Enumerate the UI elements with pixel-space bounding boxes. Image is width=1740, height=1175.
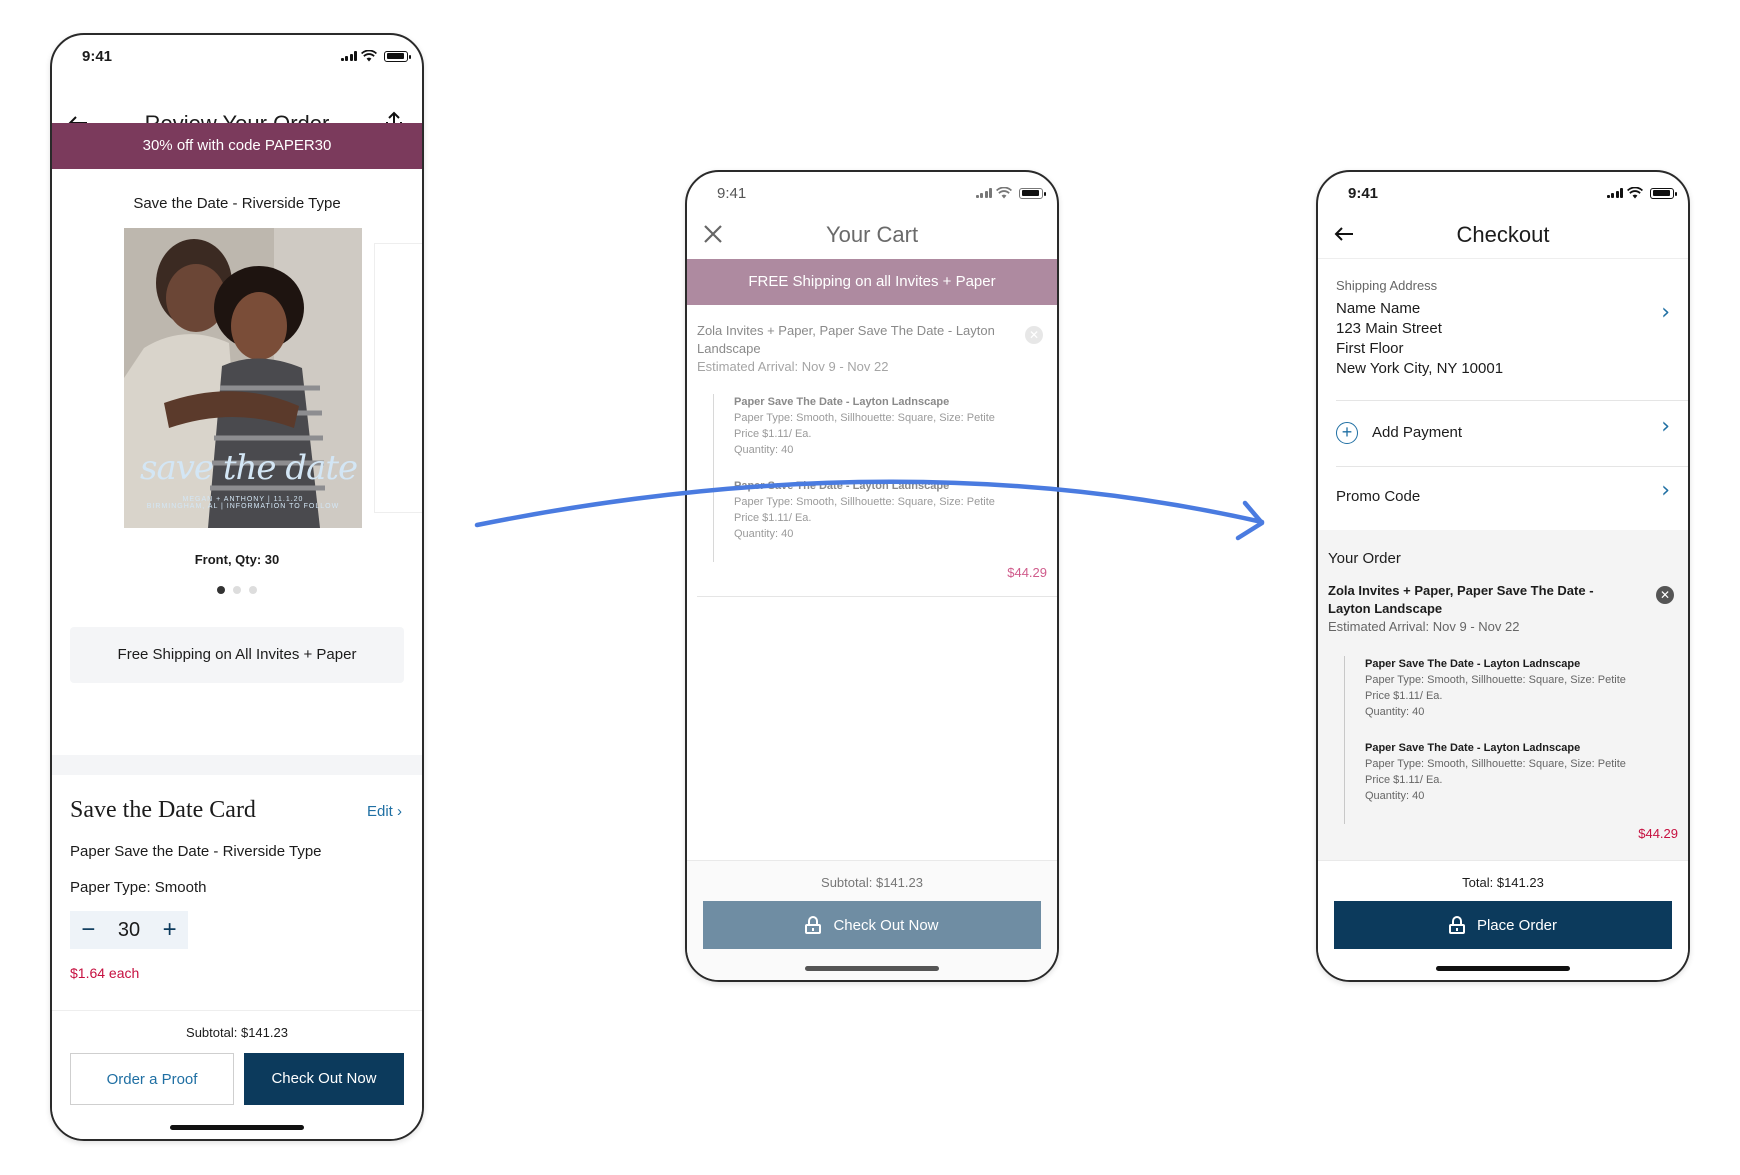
chevron-right-icon[interactable]: › — [1661, 300, 1670, 325]
home-indicator — [1436, 966, 1570, 971]
cart-screen: 9:41 Your Cart FREE Shipping on all Invi… — [685, 170, 1059, 982]
shipping-banner: FREE Shipping on all Invites + Paper — [687, 259, 1057, 305]
carousel-dot[interactable] — [249, 586, 257, 594]
card-section-title: Save the Date Card — [70, 797, 256, 823]
cart-item: Zola Invites + Paper, Paper Save The Dat… — [1328, 582, 1678, 636]
shipping-label: Shipping Address — [1336, 278, 1438, 293]
sub-item: Paper Save The Date - Layton Ladnscape P… — [1365, 742, 1626, 802]
price-each: $1.64 each — [70, 965, 140, 981]
signal-icon — [1606, 188, 1623, 198]
chevron-right-icon[interactable]: › — [1661, 478, 1670, 503]
status-bar: 9:41 — [52, 35, 422, 83]
order-summary: Your Order Zola Invites + Paper, Paper S… — [1318, 530, 1688, 860]
remove-item-icon[interactable]: ✕ — [1656, 586, 1674, 604]
nav-bar: Checkout — [1318, 202, 1688, 259]
divider — [697, 596, 1057, 597]
address-line: 123 Main Street — [1336, 320, 1442, 337]
card-preview-image[interactable]: save the date MEGAN + ANTHONY | 11.1.20 … — [124, 228, 362, 528]
bottom-action-bar: Total: $141.23 Place Order — [1318, 860, 1688, 980]
sub-item: Paper Save The Date - Layton Ladnscape P… — [1365, 658, 1626, 718]
checkout-screen: 9:41 Checkout Shipping Address Name Name… — [1316, 170, 1690, 982]
next-card-preview[interactable] — [374, 243, 422, 513]
item-arrival: Estimated Arrival: Nov 9 - Nov 22 — [1328, 619, 1520, 634]
subtotal: Subtotal: $141.23 — [186, 1025, 288, 1040]
battery-icon — [384, 50, 411, 62]
review-order-screen: 9:41 Review Your Order 30% off with code… — [50, 33, 424, 1141]
card-script-text: save the date — [140, 448, 358, 488]
nav-bar: Your Cart — [687, 202, 1057, 254]
nav-divider — [1318, 258, 1688, 259]
wifi-icon — [1627, 187, 1643, 199]
add-payment-row[interactable]: Add Payment — [1372, 424, 1462, 441]
item-title: Zola Invites + Paper, Paper Save The Dat… — [1328, 583, 1594, 616]
page-title: Checkout — [1456, 222, 1550, 247]
paper-name: Paper Save the Date - Riverside Type — [70, 843, 322, 860]
sub-item: Paper Save The Date - Layton Ladnscape P… — [734, 396, 995, 456]
order-total: Total: $141.23 — [1462, 875, 1544, 890]
status-time: 9:41 — [1348, 185, 1379, 202]
order-proof-button[interactable]: Order a Proof — [70, 1053, 234, 1105]
card-small-print: MEGAN + ANTHONY | 11.1.20 BIRMINGHAM, AL… — [146, 496, 340, 510]
chevron-right-icon: › — [397, 803, 402, 820]
bottom-action-bar: Subtotal: $141.23 Order a Proof Check Ou… — [52, 1010, 422, 1139]
subtotal: Subtotal: $141.23 — [821, 875, 923, 890]
carousel-dots[interactable] — [52, 586, 422, 594]
promo-banner: 30% off with code PAPER30 — [52, 123, 422, 169]
shipping-address[interactable]: Shipping Address Name Name 123 Main Stre… — [1336, 278, 1670, 379]
battery-icon — [1019, 187, 1046, 199]
cart-item: Zola Invites + Paper, Paper Save The Dat… — [697, 322, 1047, 376]
carousel-dot[interactable] — [233, 586, 241, 594]
battery-icon — [1650, 187, 1677, 199]
remove-item-icon[interactable]: ✕ — [1025, 326, 1043, 344]
sub-items: Paper Save The Date - Layton Ladnscape P… — [1344, 656, 1678, 824]
promo-code-row[interactable]: Promo Code — [1336, 488, 1420, 505]
signal-icon — [975, 188, 992, 198]
section-divider — [52, 755, 422, 775]
free-shipping-notice: Free Shipping on All Invites + Paper — [70, 627, 404, 683]
checkout-button[interactable]: Check Out Now — [703, 901, 1041, 949]
item-arrival: Estimated Arrival: Nov 9 - Nov 22 — [697, 359, 889, 374]
carousel-dot[interactable] — [217, 586, 225, 594]
chevron-right-icon[interactable]: › — [1661, 414, 1670, 439]
line-total: $44.29 — [1638, 826, 1678, 841]
wifi-icon — [996, 187, 1012, 199]
address-line: Name Name — [1336, 300, 1421, 317]
place-order-button[interactable]: Place Order — [1334, 901, 1672, 949]
front-qty-label: Front, Qty: 30 — [194, 552, 280, 567]
quantity-value: 30 — [117, 918, 141, 941]
divider — [1336, 400, 1688, 401]
sub-item: Paper Save The Date - Layton Ladnscape P… — [734, 480, 995, 540]
sub-items: Paper Save The Date - Layton Ladnscape P… — [713, 394, 1047, 562]
page-title: Your Cart — [825, 222, 919, 247]
divider — [1336, 466, 1688, 467]
paper-type: Paper Type: Smooth — [70, 879, 207, 896]
lock-icon — [1448, 916, 1465, 934]
add-circle-icon[interactable]: + — [1336, 422, 1358, 444]
status-time: 9:41 — [717, 185, 747, 202]
minus-icon[interactable]: − — [81, 918, 95, 942]
quantity-stepper[interactable]: − 30 + — [70, 911, 188, 949]
line-total: $44.29 — [1007, 565, 1047, 580]
item-title: Zola Invites + Paper, Paper Save The Dat… — [697, 323, 995, 356]
checkout-button[interactable]: Check Out Now — [244, 1053, 404, 1105]
order-title: Your Order — [1328, 550, 1401, 567]
home-indicator — [805, 966, 939, 971]
home-indicator — [170, 1125, 304, 1130]
wifi-icon — [361, 50, 377, 62]
lock-icon — [805, 916, 822, 934]
address-line: First Floor — [1336, 340, 1404, 357]
bottom-action-bar: Subtotal: $141.23 Check Out Now — [687, 860, 1057, 980]
status-time: 9:41 — [82, 48, 113, 65]
edit-link[interactable]: Edit › — [367, 803, 402, 820]
address-line: New York City, NY 10001 — [1336, 360, 1504, 377]
product-title: Save the Date - Riverside Type — [133, 195, 341, 212]
signal-icon — [340, 51, 357, 61]
plus-icon[interactable]: + — [163, 918, 177, 942]
